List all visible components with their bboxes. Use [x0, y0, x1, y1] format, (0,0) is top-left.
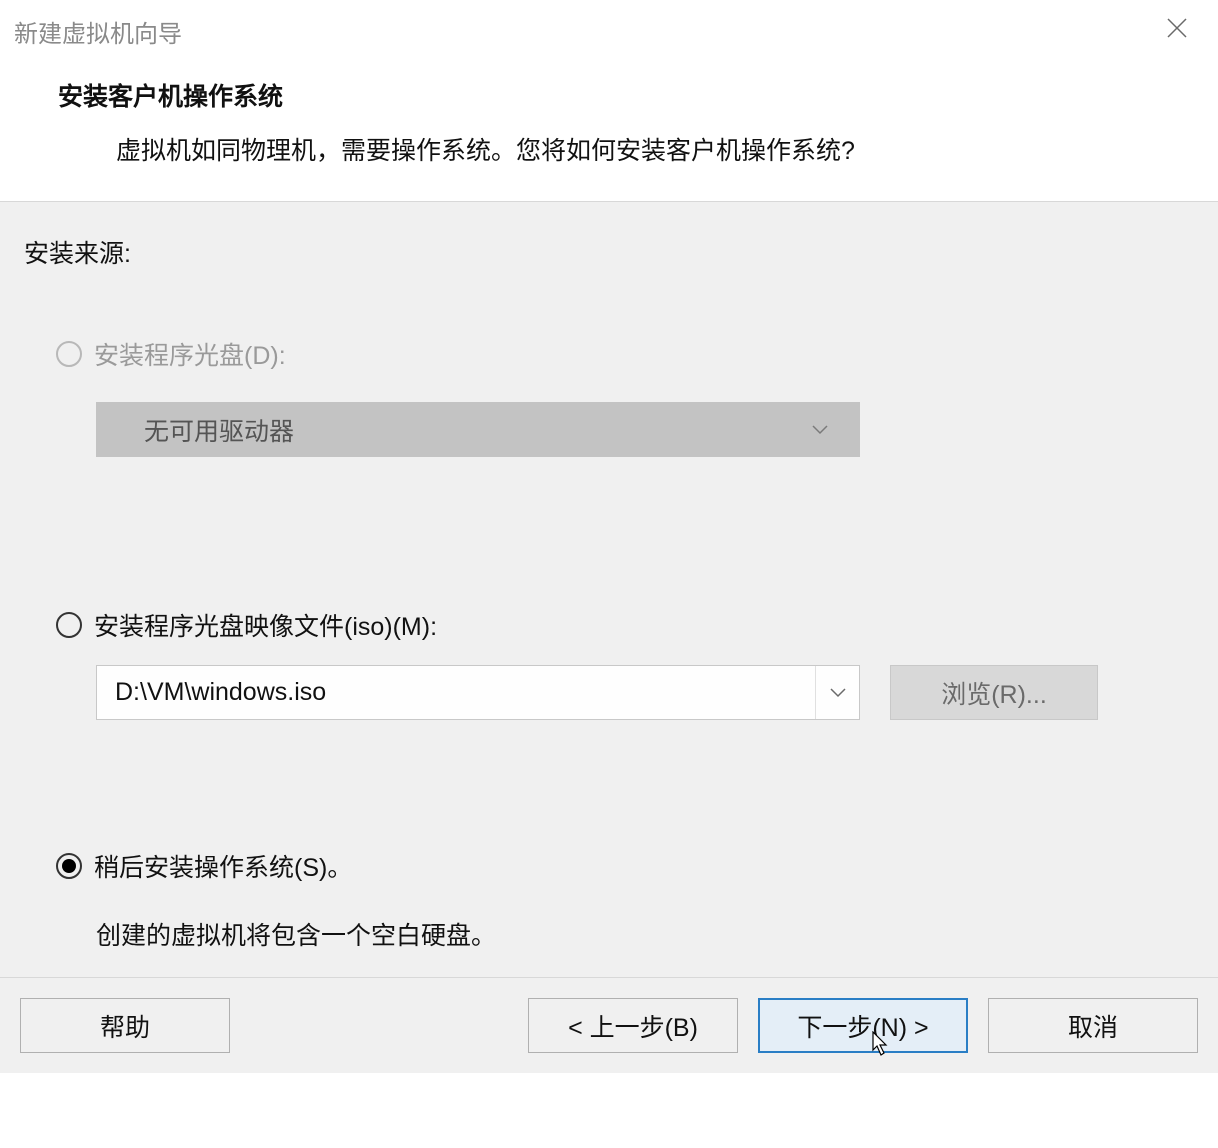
help-button[interactable]: 帮助	[20, 998, 230, 1053]
iso-path-value: D:\VM\windows.iso	[115, 678, 326, 707]
radio-label-disc: 安装程序光盘(D):	[94, 336, 286, 372]
source-label: 安装来源:	[24, 234, 1198, 270]
later-description: 创建的虚拟机将包含一个空白硬盘。	[24, 916, 1198, 952]
radio-option-later[interactable]: 稍后安装操作系统(S)。	[24, 848, 1198, 884]
titlebar: 新建虚拟机向导	[0, 0, 1218, 59]
content-area: 安装来源: 安装程序光盘(D): 无可用驱动器 安装程序光盘映像文件(iso)(…	[0, 202, 1218, 977]
radio-option-iso[interactable]: 安装程序光盘映像文件(iso)(M):	[24, 607, 1198, 643]
wizard-header: 安装客户机操作系统 虚拟机如同物理机，需要操作系统。您将如何安装客户机操作系统?	[0, 59, 1218, 201]
disc-drive-value: 无可用驱动器	[144, 412, 294, 448]
page-description: 虚拟机如同物理机，需要操作系统。您将如何安装客户机操作系统?	[58, 131, 1218, 167]
iso-path-combobox[interactable]: D:\VM\windows.iso	[96, 665, 860, 720]
cancel-button[interactable]: 取消	[988, 998, 1198, 1053]
radio-icon	[56, 853, 82, 879]
close-icon[interactable]	[1156, 14, 1198, 46]
window-title: 新建虚拟机向导	[14, 14, 182, 49]
back-button[interactable]: < 上一步(B)	[528, 998, 738, 1053]
radio-label-iso: 安装程序光盘映像文件(iso)(M):	[94, 607, 437, 643]
disc-drive-dropdown: 无可用驱动器	[96, 402, 860, 457]
radio-icon	[56, 341, 82, 367]
radio-icon	[56, 612, 82, 638]
browse-button[interactable]: 浏览(R)...	[890, 665, 1098, 720]
chevron-down-icon[interactable]	[815, 666, 859, 719]
next-button[interactable]: 下一步(N) >	[758, 998, 968, 1053]
wizard-footer: 帮助 < 上一步(B) 下一步(N) > 取消	[0, 977, 1218, 1073]
radio-option-disc[interactable]: 安装程序光盘(D):	[24, 336, 1198, 372]
radio-label-later: 稍后安装操作系统(S)。	[94, 848, 352, 884]
page-title: 安装客户机操作系统	[58, 77, 1218, 113]
chevron-down-icon	[812, 425, 828, 435]
